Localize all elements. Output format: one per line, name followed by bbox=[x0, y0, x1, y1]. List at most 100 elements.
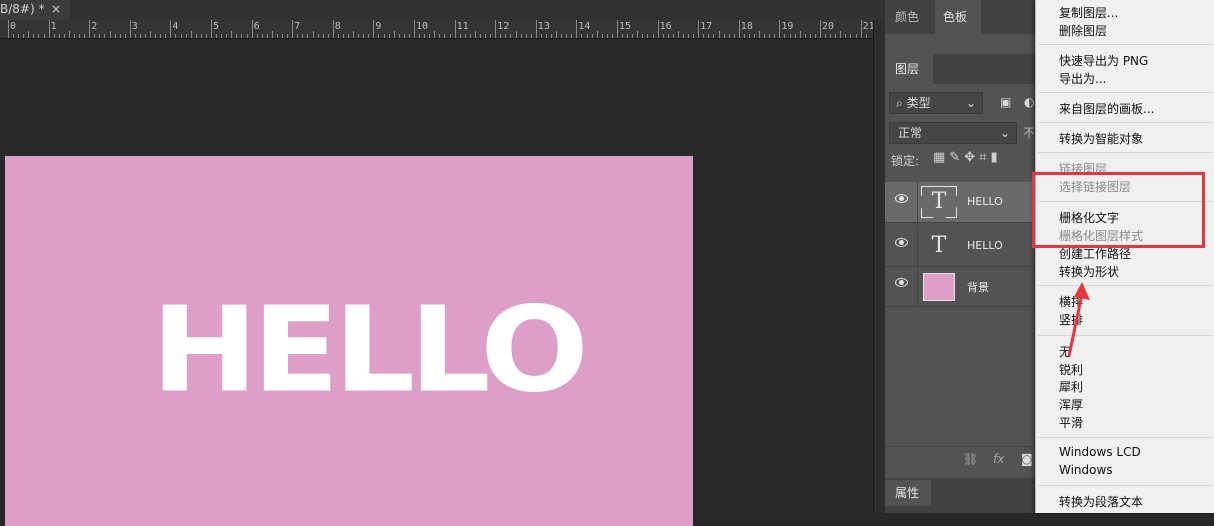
ruler-minor-tick bbox=[165, 34, 167, 38]
ruler-minor-tick bbox=[256, 34, 258, 38]
artboard[interactable]: HELLO bbox=[5, 156, 693, 526]
ruler-minor-tick bbox=[439, 34, 441, 38]
ruler-minor-tick bbox=[581, 34, 583, 38]
lock-icons[interactable]: ▦✎✥⌗▮ bbox=[933, 150, 1002, 165]
ruler-label: 0 bbox=[10, 21, 17, 32]
ruler-minor-tick bbox=[464, 34, 466, 38]
document-tab[interactable]: B/8#) * × bbox=[0, 0, 70, 20]
ruler-minor-tick bbox=[566, 34, 568, 38]
layer-name[interactable]: HELLO bbox=[967, 195, 1003, 208]
image-filter-icon[interactable]: ▣ bbox=[1000, 95, 1011, 109]
adjustment-filter-icon[interactable]: ◐ bbox=[1024, 95, 1034, 109]
ruler-minor-tick bbox=[68, 31, 70, 38]
ruler-minor-tick bbox=[652, 34, 654, 38]
ruler-major-tick bbox=[129, 20, 131, 38]
menu-item[interactable]: Windows bbox=[1059, 463, 1113, 477]
ruler-minor-tick bbox=[23, 34, 25, 38]
layer-row-hello-1[interactable]: T HELLO bbox=[885, 182, 1035, 223]
ruler-minor-tick bbox=[124, 34, 126, 38]
ruler-major-tick bbox=[89, 20, 91, 38]
ruler-major-tick bbox=[414, 20, 415, 38]
layer-row-background[interactable]: 背景 bbox=[885, 266, 1035, 307]
ruler-minor-tick bbox=[682, 34, 684, 38]
ruler-minor-tick bbox=[703, 34, 705, 38]
ruler-minor-tick bbox=[799, 31, 801, 38]
chevron-down-icon: ⌄ bbox=[965, 96, 976, 110]
menu-item[interactable]: 快速导出为 PNG bbox=[1059, 52, 1148, 69]
ruler-minor-tick bbox=[180, 34, 182, 38]
menu-item[interactable]: 复制图层... bbox=[1059, 4, 1118, 21]
tab-swatches[interactable]: 色板 bbox=[935, 0, 981, 34]
menu-item[interactable]: 来自图层的画板... bbox=[1059, 100, 1154, 117]
ruler-major-tick bbox=[738, 20, 740, 38]
ruler-minor-tick bbox=[84, 34, 86, 38]
ruler-minor-tick bbox=[743, 34, 745, 38]
lock-transparent-icon[interactable]: ▦ bbox=[933, 150, 949, 165]
ruler-minor-tick bbox=[241, 34, 243, 38]
lock-paint-icon[interactable]: ✎ bbox=[949, 150, 964, 165]
ruler-minor-tick bbox=[236, 34, 238, 38]
layer-row-hello-2[interactable]: T HELLO bbox=[885, 226, 1035, 267]
ruler-major-tick bbox=[292, 20, 294, 38]
ruler-label: 15 bbox=[619, 21, 632, 32]
ruler-minor-tick bbox=[825, 34, 827, 38]
layer-name[interactable]: HELLO bbox=[967, 239, 1003, 252]
ruler-minor-tick bbox=[490, 34, 492, 38]
ruler-minor-tick bbox=[840, 31, 842, 38]
canvas-hello-text[interactable]: HELLO bbox=[151, 292, 589, 410]
menu-item[interactable]: 转换为智能对象 bbox=[1059, 130, 1143, 147]
menu-item[interactable]: 锐利 bbox=[1059, 361, 1083, 378]
link-icon[interactable]: ⛓ bbox=[963, 452, 978, 466]
ruler-major-tick bbox=[373, 20, 375, 38]
blend-mode-value: 正常 bbox=[898, 126, 923, 140]
ruler-minor-tick bbox=[134, 34, 136, 38]
lock-artboard-icon[interactable]: ⌗ bbox=[979, 150, 990, 165]
eye-icon[interactable] bbox=[895, 194, 908, 203]
menu-separator bbox=[1038, 44, 1213, 45]
ruler-minor-tick bbox=[419, 34, 421, 38]
layer-name[interactable]: 背景 bbox=[967, 279, 989, 295]
ruler-minor-tick bbox=[429, 34, 431, 38]
eye-icon[interactable] bbox=[895, 278, 908, 287]
menu-separator bbox=[1038, 485, 1213, 486]
mask-icon[interactable]: ◙ bbox=[1021, 452, 1033, 466]
ruler-minor-tick bbox=[246, 34, 248, 38]
menu-item[interactable]: 转换为段落文本 bbox=[1059, 493, 1143, 510]
layer-context-menu: 复制图层... 删除图层快速导出为 PNG 导出为... 来自图层的画板... 转换为智… bbox=[1035, 0, 1214, 513]
tab-layers[interactable]: 图层 bbox=[885, 54, 933, 84]
ruler-minor-tick bbox=[850, 34, 852, 38]
tab-properties[interactable]: 属性 bbox=[885, 480, 931, 506]
menu-item[interactable]: 删除图层 bbox=[1059, 22, 1107, 39]
ruler-minor-tick bbox=[155, 34, 157, 38]
blend-mode-dropdown[interactable]: 正常 ⌄ bbox=[889, 122, 1017, 144]
ruler-minor-tick bbox=[520, 34, 522, 38]
canvas-area[interactable]: HELLO bbox=[0, 39, 873, 526]
menu-item[interactable]: 犀利 bbox=[1059, 378, 1083, 395]
document-tab-label: B/8#) * bbox=[0, 2, 45, 16]
ruler-minor-tick bbox=[18, 34, 20, 38]
ruler-minor-tick bbox=[601, 34, 603, 38]
lock-all-icon[interactable]: ▮ bbox=[990, 150, 1001, 165]
lock-move-icon[interactable]: ✥ bbox=[964, 150, 979, 165]
layer-filter-dropdown[interactable]: ⌕ 类型 ⌄ bbox=[889, 92, 983, 114]
menu-item[interactable]: 平滑 bbox=[1059, 414, 1083, 431]
ruler-minor-tick bbox=[28, 31, 30, 38]
ruler-minor-tick bbox=[469, 34, 471, 38]
fx-button[interactable]: fx bbox=[993, 452, 1004, 466]
layer-divider bbox=[917, 182, 918, 222]
ruler-minor-tick bbox=[571, 34, 573, 38]
eye-icon[interactable] bbox=[895, 238, 908, 247]
ruler-minor-tick bbox=[809, 34, 811, 38]
tab-color[interactable]: 颜色 bbox=[895, 0, 919, 34]
ruler-minor-tick bbox=[586, 34, 588, 38]
close-icon[interactable]: × bbox=[51, 0, 61, 19]
menu-item[interactable]: 导出为... bbox=[1059, 70, 1106, 87]
layer-divider bbox=[917, 266, 918, 306]
menu-item[interactable]: 转换为形状 bbox=[1059, 263, 1119, 280]
menu-item[interactable]: Windows LCD bbox=[1059, 445, 1141, 459]
ruler-minor-tick bbox=[754, 34, 756, 38]
ruler-minor-tick bbox=[530, 34, 532, 38]
menu-item[interactable]: 浑厚 bbox=[1059, 396, 1083, 413]
ruler-minor-tick bbox=[444, 34, 446, 38]
ruler-minor-tick bbox=[804, 34, 806, 38]
